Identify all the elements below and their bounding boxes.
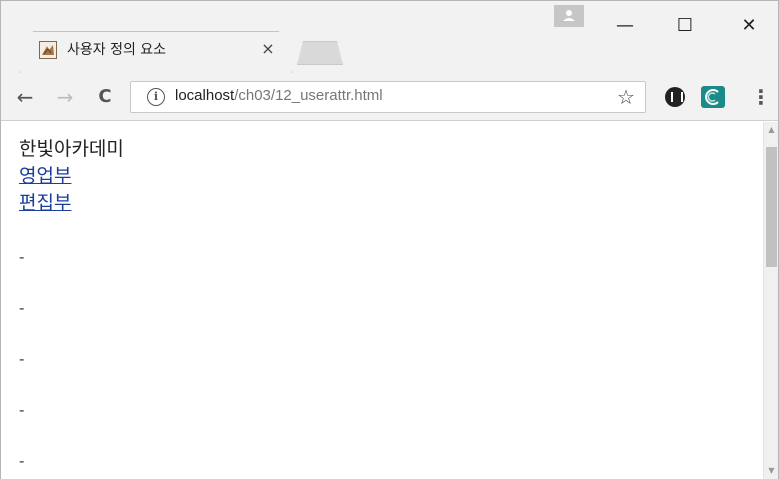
extension-teal-icon[interactable] [701,86,725,108]
browser-window: 사용자 정의 요소 × — ☐ ✕ ← → C i localhost/ch03… [0,0,779,479]
url-host: localhost [175,87,235,104]
new-tab-button[interactable] [297,41,343,65]
tab-title: 사용자 정의 요소 [67,42,167,58]
tab-close-icon[interactable]: × [258,39,278,59]
profile-icon[interactable] [554,5,584,27]
vertical-scrollbar[interactable]: ▲ ▼ [763,122,778,479]
url-text[interactable]: localhost/ch03/12_userattr.html [175,87,383,104]
scroll-down-arrow-icon[interactable]: ▼ [764,463,779,479]
back-arrow-icon[interactable]: ← [13,85,37,109]
menu-icon[interactable]: ⋮ [751,85,771,109]
extension-icon[interactable] [665,87,685,107]
page-viewport: 한빛아카데미 영업부 편집부 - - - - - [1,122,763,479]
dash-list: - - - - - [19,247,24,479]
list-item: - [19,350,25,368]
link-sales[interactable]: 영업부 [19,163,124,190]
info-icon[interactable]: i [147,88,165,106]
close-window-button[interactable]: ✕ [729,11,769,41]
maximize-button[interactable]: ☐ [665,11,705,41]
scroll-thumb[interactable] [766,147,777,267]
list-item: - [19,401,25,419]
forward-arrow-icon[interactable]: → [53,85,77,109]
bookmark-star-icon[interactable]: ☆ [614,85,638,109]
page-content: 한빛아카데미 영업부 편집부 [19,136,124,217]
minimize-button[interactable]: — [605,11,645,41]
link-editorial[interactable]: 편집부 [19,190,124,217]
list-item: - [19,299,25,317]
page-favicon-icon [39,41,57,59]
list-item: - [19,248,25,266]
scroll-up-arrow-icon[interactable]: ▲ [764,122,779,138]
page-heading: 한빛아카데미 [19,138,124,160]
list-item: - [19,452,25,470]
reload-icon[interactable]: C [93,85,117,109]
url-path: /ch03/12_userattr.html [234,87,383,104]
